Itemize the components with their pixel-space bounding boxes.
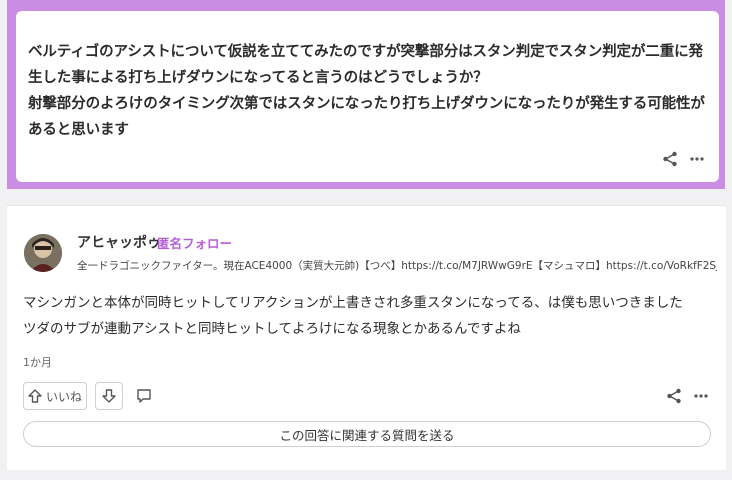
question-card: ベルティゴのアシストについて仮説を立ててみたのですが突撃部分はスタン判定でスタン… <box>16 11 719 182</box>
answer-timestamp: 1か月 <box>23 356 52 369</box>
more-horizontal-icon[interactable] <box>686 148 708 170</box>
question-text: ベルティゴのアシストについて仮説を立ててみたのですが突撃部分はスタン判定でスタン… <box>28 44 705 138</box>
anonymous-follow-link[interactable]: 匿名フォロー <box>157 233 232 252</box>
like-label: いいね <box>45 389 82 404</box>
like-button[interactable]: いいね <box>23 382 87 410</box>
share-icon[interactable] <box>663 385 685 407</box>
send-related-question-button[interactable]: この回答に関連する質問を送る <box>23 421 711 447</box>
answer-text: マシンガンと本体が同時ヒットしてリアクションが上書きされ多重スタンになってる、は… <box>23 295 683 337</box>
arrow-up-icon <box>28 389 42 403</box>
arrow-down-icon <box>102 389 116 403</box>
answer-card: アヒャッポゥ 匿名フォロー 全一ドラゴニックファイター。現在ACE4000（実質… <box>7 205 726 470</box>
more-horizontal-icon[interactable] <box>690 385 712 407</box>
downvote-button[interactable] <box>95 382 123 410</box>
user-bio: 全一ドラゴニックファイター。現在ACE4000（実質大元帥)【つべ】https:… <box>77 260 717 272</box>
share-icon[interactable] <box>659 148 681 170</box>
user-name[interactable]: アヒャッポゥ <box>77 232 161 252</box>
comment-icon[interactable] <box>133 385 155 407</box>
avatar[interactable] <box>24 234 62 272</box>
